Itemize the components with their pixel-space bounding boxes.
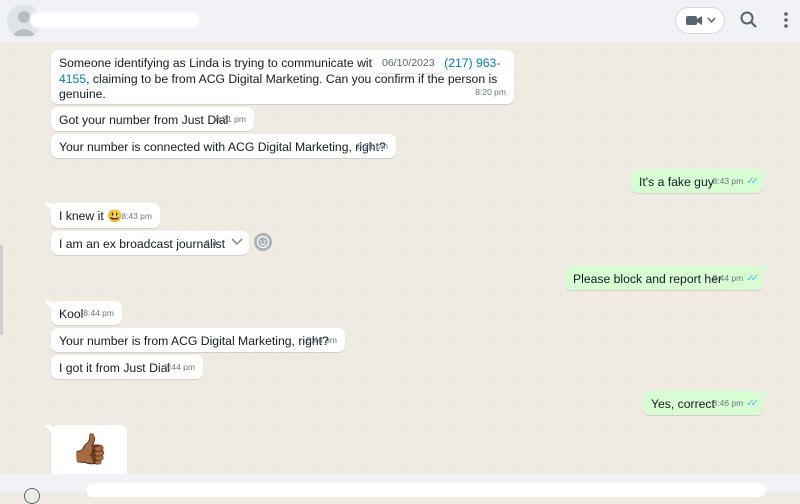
message-time: 8:44 pm [164,361,195,372]
message-incoming[interactable]: Kool 8:44 pm [44,301,122,325]
message-outgoing[interactable]: Please block and report her 8:44 pm ✓✓ [565,266,770,290]
message-text: Your number is connected with ACG Digita… [59,140,386,154]
grinning-emoji-icon: 😃 [107,209,123,223]
message-incoming[interactable]: I got it from Just Dial 8:44 pm [51,355,203,379]
video-call-icon [686,16,702,25]
chat-header [0,0,800,43]
message-text: , claiming to be from ACG Digital Market… [59,71,498,102]
message-time: 8:20 pm [475,86,506,97]
video-call-button[interactable] [675,7,725,34]
message-incoming[interactable]: I am an ex broadcast journalist 8:4 [51,231,249,255]
message-time: 8:43 pm [121,210,152,221]
message-incoming[interactable]: Your number is from ACG Digital Marketin… [51,328,345,352]
message-incoming[interactable]: 👍🏾 [44,425,127,474]
message-text: Yes, correct [651,397,715,411]
message-text: I am an ex broadcast journalist [59,237,225,251]
scrollbar[interactable] [0,245,3,335]
chevron-down-icon [707,17,716,24]
message-time: 8:21 pm [215,113,246,124]
message-time: 8:4 [205,237,217,248]
message-time: 8:43 pm ✓✓ [712,175,759,187]
message-text: Kool [59,307,84,321]
message-time: 8:44 pm [83,307,114,318]
contact-name-redacted[interactable] [30,12,200,28]
read-ticks-icon: ✓✓ [746,272,759,284]
read-ticks-icon: ✓✓ [746,397,759,409]
message-outgoing[interactable]: Yes, correct 8:46 pm ✓✓ [643,391,770,415]
react-emoji-button[interactable] [254,233,272,251]
read-ticks-icon: ✓✓ [746,175,759,187]
menu-dots-icon[interactable] [782,10,790,30]
message-text: I knew it [59,209,104,223]
message-incoming[interactable]: I knew it 😃 8:43 pm [44,203,160,228]
message-incoming[interactable]: Your number is connected with ACG Digita… [51,134,396,158]
message-input[interactable] [86,483,766,497]
date-badge: 06/10/2023 [372,53,445,73]
search-icon[interactable] [740,10,758,30]
message-incoming[interactable]: Got your number from Just Dial 8:21 pm [51,107,254,131]
message-time: 8:21 pm [357,140,388,151]
message-text: I got it from Just Dial [59,361,171,375]
message-time: 8:44 pm [306,334,337,345]
message-text: Please block and report her [573,272,723,286]
thumbs-up-icon: 👍🏾 [71,433,109,466]
smiley-icon [256,235,270,249]
message-text: It's a fake guy [639,175,714,189]
message-time: 8:44 pm ✓✓ [712,272,759,284]
emoji-icon[interactable] [24,488,40,504]
message-outgoing[interactable]: It's a fake guy 8:43 pm ✓✓ [631,169,770,193]
message-text: Someone identifying as Linda is trying t… [59,56,406,70]
message-text: Your number is from ACG Digital Marketin… [59,334,329,348]
composer-bar [0,474,800,504]
chevron-down-icon[interactable] [231,238,243,246]
message-time: 8:46 pm ✓✓ [712,397,759,409]
message-text: Got your number from Just Dial [59,113,229,127]
